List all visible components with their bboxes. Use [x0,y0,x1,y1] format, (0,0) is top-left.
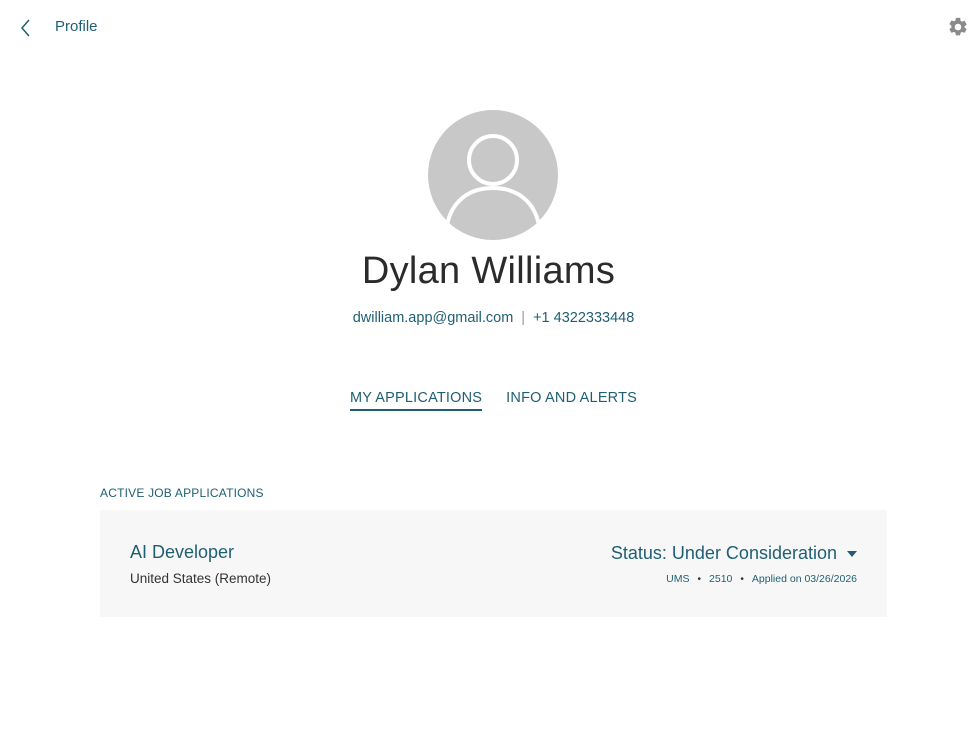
avatar [428,110,558,240]
status-dropdown[interactable]: Status: Under Consideration [611,543,857,564]
settings-button[interactable] [947,16,969,38]
back-button[interactable] [14,14,38,42]
gear-icon [949,17,967,36]
chevron-left-icon [21,19,30,37]
email-link[interactable]: dwilliam.app@gmail.com [353,310,514,326]
tab-info-and-alerts[interactable]: INFO AND ALERTS [506,390,637,411]
job-title-link[interactable]: AI Developer [130,542,234,563]
application-card: AI Developer United States (Remote) Stat… [100,510,887,617]
user-avatar-icon [428,110,558,240]
status-label: Status: Under Consideration [610,543,837,563]
profile-page: Profile Dylan Williams dwilliam.app@gmai… [0,0,977,737]
user-name: Dylan Williams [361,250,616,292]
page-title: Profile [55,18,98,35]
contact-info: dwilliam.app@gmail.com | +1 4322333448 [0,310,977,326]
meta-dot: • [697,573,702,585]
meta-dot: • [740,573,744,585]
caret-down-icon [847,550,857,557]
contact-separator: | [521,310,526,326]
meta-id: 2510 [709,573,733,585]
tab-my-applications[interactable]: MY APPLICATIONS [349,390,483,411]
meta-code: UMS [666,573,690,585]
tab-bar: MY APPLICATIONS INFO AND ALERTS [0,390,977,411]
phone-link[interactable]: +1 4322333448 [533,310,634,326]
section-heading: ACTIVE JOB APPLICATIONS [100,486,264,500]
application-meta: UMS • 2510 • Applied on 03/26/2026 [666,573,857,585]
job-location: United States (Remote) [130,571,272,586]
top-bar: Profile [0,0,977,56]
meta-applied-date: Applied on 03/26/2026 [751,573,857,585]
